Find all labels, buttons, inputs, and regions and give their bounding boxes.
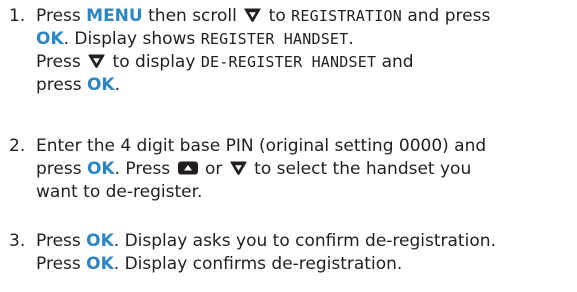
text: . Display asks you to confirm de-registr… (113, 231, 496, 251)
text: . Display confirms de-registration. (113, 254, 403, 274)
ok-key-label: OK (86, 159, 115, 179)
step-line: Press to display DE-REGISTER HANDSET and (36, 51, 414, 74)
step-number: 1. (9, 6, 26, 26)
step-line: Press OK. Display confirms de-registrati… (36, 253, 402, 276)
display-text: DE-REGISTER HANDSET (200, 53, 377, 71)
display-text: REGISTER HANDSET (200, 30, 349, 48)
text: and press (401, 6, 491, 26)
down-arrow-icon (87, 53, 106, 69)
text: press (36, 75, 87, 95)
text: . (348, 29, 354, 49)
text: Press (36, 231, 87, 251)
ok-key-label: OK (36, 29, 64, 49)
step-number: 3. (9, 231, 26, 251)
text: press (36, 159, 87, 179)
down-arrow-icon (243, 7, 262, 23)
step-line: press OK. Press or to select the handset… (36, 158, 471, 181)
text: to select the handset you (248, 159, 472, 179)
step-line: Press OK. Display asks you to confirm de… (36, 230, 496, 253)
text: Press (36, 254, 87, 274)
text: Press (36, 52, 87, 72)
text: . Display shows (63, 29, 201, 49)
menu-key-label: MENU (86, 6, 143, 26)
ok-key-label: OK (86, 75, 115, 95)
ok-key-label: OK (86, 254, 114, 274)
step-line: press OK. (36, 74, 120, 97)
text: or (199, 159, 228, 179)
text: to (263, 6, 292, 26)
text: . (114, 75, 121, 95)
text: then scroll (142, 6, 243, 26)
text: want to de-register. (36, 182, 203, 202)
text: Enter the 4 digit base PIN (original set… (36, 136, 487, 156)
down-arrow-icon (229, 160, 248, 176)
step-number: 2. (9, 136, 26, 156)
step-line: OK. Display shows REGISTER HANDSET. (36, 28, 354, 51)
text: . Press (114, 159, 176, 179)
step-line: Enter the 4 digit base PIN (original set… (36, 135, 486, 158)
text: to display (107, 52, 201, 72)
display-text: REGISTRATION (291, 7, 402, 25)
ok-key-label: OK (86, 231, 114, 251)
text: and (376, 52, 414, 72)
text: Press (36, 6, 87, 26)
step-line: want to de-register. (36, 181, 202, 204)
up-arrow-icon (177, 160, 199, 176)
step-line: Press MENU then scroll to REGISTRATION a… (36, 5, 490, 28)
instruction-document: 1. Press MENU then scroll to REGISTRATIO… (0, 0, 577, 292)
